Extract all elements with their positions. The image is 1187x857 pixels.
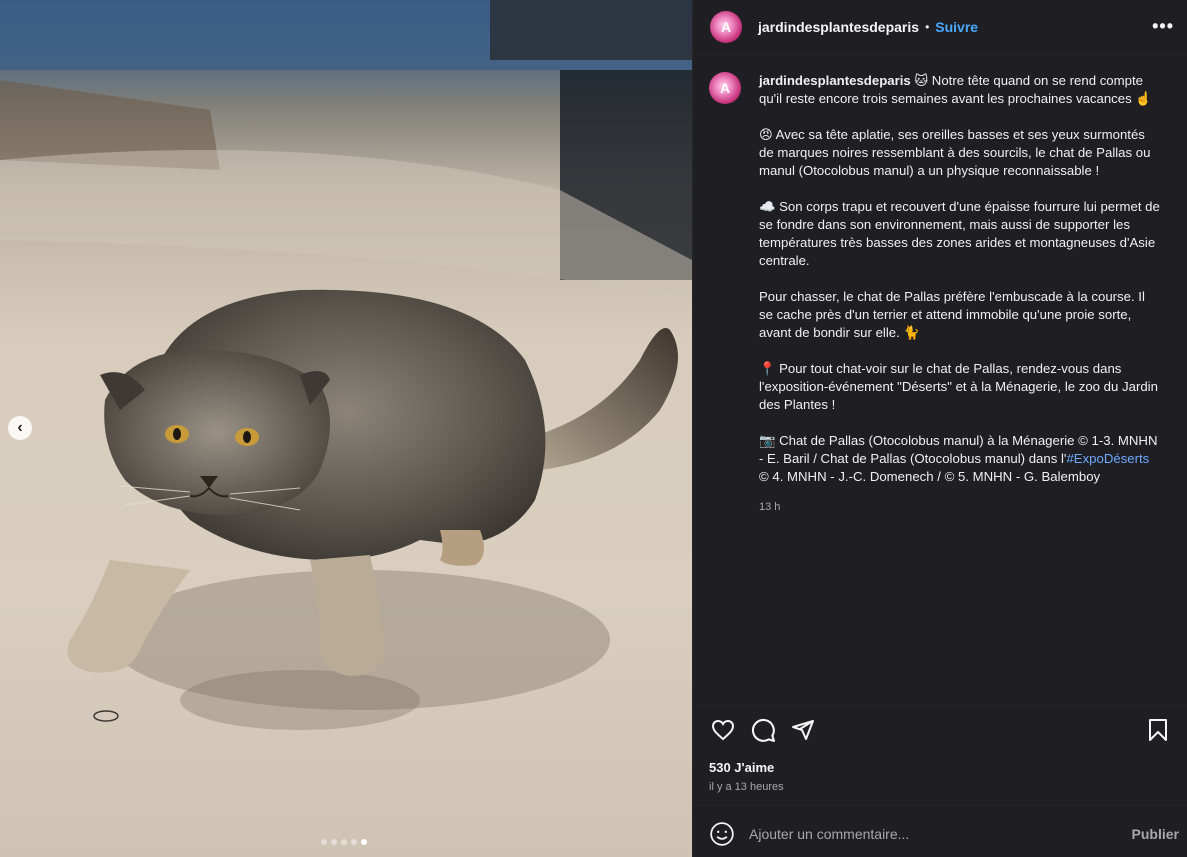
emoji-icon[interactable]	[709, 821, 735, 847]
pallas-cat-photo	[0, 0, 692, 730]
carousel-dot	[331, 839, 337, 845]
caption-paragraph: Pour chasser, le chat de Pallas préfère …	[759, 289, 1145, 340]
carousel-prev-button[interactable]: ‹	[8, 416, 32, 440]
carousel-dot	[321, 839, 327, 845]
heart-icon	[711, 719, 735, 741]
like-count[interactable]: 530 J'aime	[709, 760, 774, 775]
comment-bar: Publier	[709, 818, 1179, 850]
caption-username[interactable]: jardindesplantesdeparis	[759, 73, 911, 88]
caption-paragraph: 📍 Pour tout chat-voir sur le chat de Pal…	[759, 361, 1158, 412]
caption-body: jardindesplantesdeparis 🐱 Notre tête qua…	[759, 72, 1161, 516]
caption-timestamp: 13 h	[759, 501, 781, 513]
like-button[interactable]	[709, 716, 737, 744]
avatar[interactable]: A	[710, 11, 742, 43]
post-timestamp: il y a 13 heures	[709, 781, 784, 793]
bookmark-icon	[1149, 719, 1167, 741]
share-icon	[792, 720, 814, 740]
credits-text: © 4. MNHN - J.-C. Domenech / © 5. MNHN -…	[759, 469, 1101, 484]
header-separator: •	[925, 20, 930, 34]
follow-button[interactable]: Suivre	[935, 19, 978, 35]
publish-button[interactable]: Publier	[1132, 826, 1179, 842]
comment-button[interactable]	[749, 716, 777, 744]
post-media[interactable]: ‹	[0, 0, 692, 857]
post-side-panel: A jardindesplantesdeparis • Suivre ••• A…	[692, 0, 1187, 857]
carousel-dot-active	[361, 839, 367, 845]
post-caption: A jardindesplantesdeparis 🐱 Notre tête q…	[709, 72, 1179, 516]
divider	[693, 54, 1187, 55]
carousel-dot	[341, 839, 347, 845]
post-header: A jardindesplantesdeparis • Suivre •••	[693, 0, 1187, 54]
divider	[693, 805, 1187, 806]
comment-input[interactable]	[749, 826, 1109, 842]
carousel-dot	[351, 839, 357, 845]
carousel-indicator	[321, 839, 367, 845]
avatar[interactable]: A	[709, 72, 741, 104]
chevron-left-icon: ‹	[17, 419, 23, 436]
action-bar	[709, 716, 1172, 744]
share-button[interactable]	[789, 716, 817, 744]
divider	[693, 705, 1187, 706]
more-options-icon[interactable]: •••	[1152, 16, 1174, 37]
caption-paragraph: ☁️ Son corps trapu et recouvert d'une ép…	[759, 199, 1160, 268]
caption-credits: 📷 Chat de Pallas (Otocolobus manul) à la…	[759, 432, 1161, 486]
author-username[interactable]: jardindesplantesdeparis	[758, 19, 919, 35]
caption-paragraph: 😠 Avec sa tête aplatie, ses oreilles bas…	[759, 127, 1151, 178]
hashtag-link[interactable]: #ExpoDéserts	[1066, 451, 1149, 466]
comment-icon	[751, 718, 775, 742]
save-button[interactable]	[1144, 716, 1172, 744]
